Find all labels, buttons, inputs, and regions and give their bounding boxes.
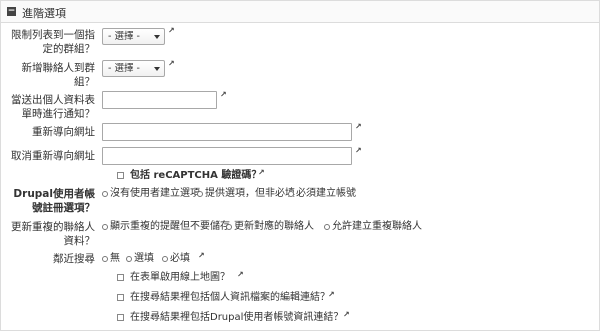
drupal-account-option-optional: 提供選項，但非必填: [205, 188, 295, 199]
proximity-option-optional: 選填: [134, 253, 154, 264]
drupal-account-option-required: 必須建立帳號: [296, 188, 356, 199]
edit-link-label: 在搜尋結果裡包括個人資訊檔案的編輯連結？: [130, 292, 330, 303]
drupal-account-option-none: 沒有使用者建立選項: [110, 188, 200, 199]
proximity-option-required: 必填: [170, 253, 190, 264]
duplicate-option-warn: 顯示重複的提醒但不要儲存: [110, 221, 230, 232]
help-icon[interactable]: ↗: [355, 123, 362, 131]
chevron-down-icon: [154, 67, 160, 71]
proximity-radio-required[interactable]: [162, 256, 168, 262]
drupal-link-label: 在搜尋結果裡包括Drupal使用者帳號資訊連結？: [130, 312, 344, 323]
duplicate-option-allow: 允許建立重複聯絡人: [332, 221, 422, 232]
recaptcha-label: 包括 reCAPTCHA 驗證碼？: [130, 170, 262, 181]
drupal-account-radio-optional[interactable]: [197, 191, 203, 197]
help-icon[interactable]: ↗: [198, 252, 205, 260]
drupal-account-radio-required[interactable]: [288, 191, 294, 197]
help-icon[interactable]: ↗: [355, 147, 362, 155]
duplicate-radio-allow[interactable]: [324, 224, 330, 230]
duplicate-label: 更新重複的聯絡人資料？: [11, 221, 95, 247]
proximity-radio-optional[interactable]: [126, 256, 132, 262]
help-icon[interactable]: ↗: [168, 60, 175, 68]
help-icon[interactable]: ↗: [258, 169, 265, 177]
notify-label: 當送出個人資料表單時進行通知？: [11, 94, 95, 120]
duplicate-radio-warn[interactable]: [102, 224, 108, 230]
edit-link-checkbox[interactable]: [117, 294, 124, 301]
map-link-label: 在表單啟用線上地圖？: [130, 272, 230, 283]
chevron-down-icon: [154, 35, 160, 39]
help-icon[interactable]: ↗: [237, 271, 244, 279]
notify-input[interactable]: [102, 91, 217, 109]
drupal-account-radio-none[interactable]: [102, 191, 108, 197]
recaptcha-checkbox[interactable]: [117, 172, 124, 179]
cancel-redirect-label: 取消重新導向網址: [11, 150, 95, 162]
redirect-input[interactable]: [102, 123, 352, 141]
panel-title: 進階選項: [22, 7, 66, 20]
restrict-group-value: - 選擇 -: [108, 31, 140, 42]
help-icon[interactable]: ↗: [343, 311, 350, 319]
duplicate-radio-update[interactable]: [226, 224, 232, 230]
duplicate-option-update: 更新對應的聯絡人: [234, 221, 314, 232]
proximity-radio-none[interactable]: [102, 256, 108, 262]
advanced-options-panel: − 進階選項 限制列表到一個指定的群組？ - 選擇 - ↗ 新增聯絡人到群組？ …: [0, 0, 600, 331]
collapse-icon[interactable]: −: [7, 7, 16, 16]
add-to-group-label: 新增聯絡人到群組？: [21, 62, 96, 88]
add-to-group-select[interactable]: - 選擇 -: [102, 60, 165, 77]
restrict-group-select[interactable]: - 選擇 -: [102, 28, 165, 45]
proximity-label: 鄰近搜尋: [53, 253, 95, 265]
panel-header[interactable]: − 進階選項: [1, 1, 599, 23]
drupal-account-label: Drupal使用者帳號註冊選項？: [13, 188, 95, 214]
help-icon[interactable]: ↗: [328, 291, 335, 299]
add-to-group-value: - 選擇 -: [108, 63, 140, 74]
restrict-group-label: 限制列表到一個指定的群組？: [11, 29, 95, 55]
help-icon[interactable]: ↗: [220, 91, 227, 99]
redirect-label: 重新導向網址: [32, 126, 95, 138]
cancel-redirect-input[interactable]: [102, 147, 352, 165]
map-link-checkbox[interactable]: [117, 274, 124, 281]
help-icon[interactable]: ↗: [168, 27, 175, 35]
proximity-option-none: 無: [110, 253, 120, 264]
drupal-link-checkbox[interactable]: [117, 314, 124, 321]
